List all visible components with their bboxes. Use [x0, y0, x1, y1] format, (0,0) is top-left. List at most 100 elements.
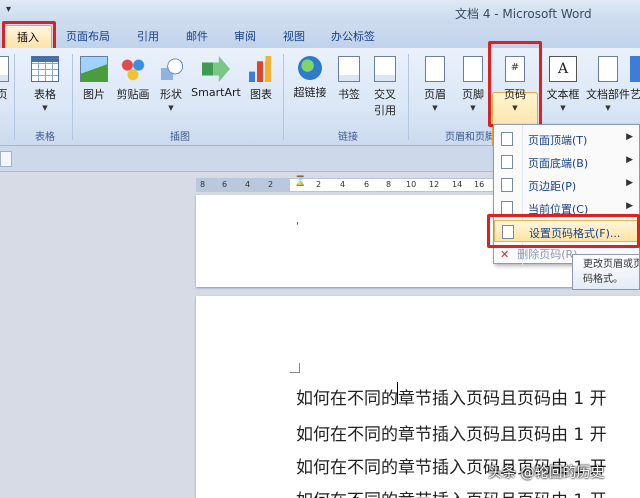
quick-parts-label: 文档部件	[586, 88, 630, 101]
chevron-down-icon: ▼	[470, 104, 476, 112]
smartart-button[interactable]: SmartArt	[190, 56, 242, 99]
footer-button[interactable]: 页脚 ▼	[456, 56, 490, 112]
delete-icon: ✕	[500, 248, 510, 261]
ruler-tick: 10	[406, 180, 417, 189]
footer-label: 页脚	[462, 88, 484, 101]
globe-link-icon	[298, 56, 322, 80]
ruler-tick: 4	[245, 180, 251, 189]
menu-item-label: 删除页码(R)	[517, 248, 578, 261]
ruler-tick: 8	[200, 180, 206, 189]
document-line: 如何在不同的章节插入页码且页码由 1 开	[296, 425, 607, 445]
page-edge-label: 页	[0, 88, 8, 101]
chevron-down-icon: ▼	[512, 104, 518, 112]
format-page-number-icon	[502, 225, 514, 239]
tooltip-line: 更改页眉或页	[583, 259, 640, 270]
wordart-button[interactable]: 艺	[630, 56, 640, 102]
ruler-tick: 6	[222, 180, 228, 189]
group-separator	[14, 54, 15, 140]
header-button[interactable]: 页眉 ▼	[418, 56, 452, 112]
chevron-down-icon: ▼	[42, 104, 48, 112]
ruler-tick: 2	[268, 180, 274, 189]
clipart-icon	[119, 56, 147, 82]
quick-parts-icon	[598, 56, 618, 82]
textbox-label: 文本框	[546, 88, 580, 101]
tab-insert[interactable]: 插入	[4, 25, 52, 48]
textbox-icon: A	[549, 56, 577, 82]
menu-item-label: 页边距(P)	[528, 180, 577, 193]
tab-page-layout[interactable]: 页面布局	[66, 28, 110, 44]
header-icon	[425, 56, 445, 82]
bookmark-button[interactable]: 书签	[334, 56, 364, 102]
menu-item-top-of-page[interactable]: 页面顶端(T) ▶	[494, 128, 640, 150]
title-bar: ▾ 文档 4 - Microsoft Word	[0, 0, 640, 24]
submenu-arrow-icon: ▶	[626, 132, 633, 142]
smartart-icon	[202, 56, 230, 82]
tab-mailings[interactable]: 邮件	[186, 28, 208, 44]
tab-view[interactable]: 视图	[283, 28, 305, 44]
smartart-label: SmartArt	[191, 86, 241, 99]
page-number-label: 页码	[504, 88, 526, 101]
shapes-label: 形状	[160, 88, 182, 101]
menu-item-page-margins[interactable]: 页边距(P) ▶	[494, 174, 640, 196]
page-edge-icon	[0, 56, 9, 82]
submenu-arrow-icon: ▶	[626, 155, 633, 165]
menu-item-current-position[interactable]: 当前位置(C) ▶	[494, 197, 640, 219]
submenu-arrow-icon: ▶	[626, 201, 633, 211]
tooltip: 更改页眉或页 码格式。	[572, 254, 640, 290]
menu-item-label: 页面底端(B)	[528, 157, 589, 170]
ruler-tick: 4	[340, 180, 346, 189]
group-label-tables: 表格	[35, 132, 55, 143]
quick-parts-button[interactable]: 文档部件 ▼	[584, 56, 632, 112]
page-top-icon	[501, 132, 513, 146]
quick-access-dropdown[interactable]: ▾	[6, 4, 11, 15]
clipart-label: 剪贴画	[116, 88, 150, 101]
ruler-tick: 14	[452, 180, 463, 189]
bookmark-icon	[338, 56, 360, 82]
hyperlink-label: 超链接	[293, 86, 327, 99]
group-label-links: 链接	[338, 132, 358, 143]
shapes-button[interactable]: 形状 ▼	[156, 56, 186, 112]
menu-item-bottom-of-page[interactable]: 页面底端(B) ▶	[494, 151, 640, 173]
group-separator	[283, 54, 284, 140]
wordart-icon	[630, 56, 640, 82]
header-label: 页眉	[424, 88, 446, 101]
cross-reference-icon	[374, 56, 396, 82]
ruler-tick: 6	[364, 180, 370, 189]
chevron-down-icon: ▼	[168, 104, 174, 112]
window-title: 文档 4 - Microsoft Word	[455, 7, 592, 21]
current-position-icon	[501, 201, 513, 215]
shapes-icon	[157, 56, 185, 82]
table-button[interactable]: 表格 ▼	[28, 56, 62, 112]
page-edge-button[interactable]: 页	[0, 56, 10, 102]
ruler-tick: 12	[429, 180, 440, 189]
ruler-tick: 16	[474, 180, 485, 189]
hyperlink-button[interactable]: 超链接	[290, 56, 330, 100]
ribbon-tabs: 插入 页面布局 引用 邮件 审阅 视图 办公标签	[0, 24, 640, 48]
menu-item-remove-page-numbers[interactable]: ✕ 删除页码(R)	[500, 246, 577, 262]
clipart-button[interactable]: 剪贴画	[114, 56, 152, 102]
page-number-button[interactable]: # 页码 ▼	[494, 56, 536, 112]
menu-item-label: 当前位置(C)	[528, 203, 589, 216]
cross-reference-button[interactable]: 交叉 引用	[370, 56, 400, 118]
group-separator	[72, 54, 73, 140]
page-number-menu: 页面顶端(T) ▶ 页面底端(B) ▶ 页边距(P) ▶ 当前位置(C) ▶ 设…	[493, 124, 640, 265]
menu-item-format-page-numbers[interactable]: 设置页码格式(F)...	[494, 220, 640, 242]
ruler-tick: 2	[316, 180, 322, 189]
picture-button[interactable]: 图片	[78, 56, 110, 102]
tab-office-tab[interactable]: 办公标签	[331, 28, 375, 44]
tab-strip-button[interactable]	[0, 151, 12, 167]
menu-item-label: 页面顶端(T)	[528, 134, 588, 147]
textbox-button[interactable]: A 文本框 ▼	[544, 56, 582, 112]
page-number-icon: #	[505, 56, 525, 82]
page-bottom-icon	[501, 155, 513, 169]
cross-reference-label-1: 交叉	[374, 88, 396, 101]
indent-marker-icon[interactable]: ⌛	[294, 176, 306, 187]
tab-review[interactable]: 审阅	[234, 28, 256, 44]
wordart-label: 艺	[630, 88, 640, 101]
ruler-margin	[196, 178, 290, 192]
picture-icon	[80, 56, 108, 82]
chart-button[interactable]: 图表	[246, 56, 276, 102]
tab-references[interactable]: 引用	[137, 28, 159, 44]
group-separator	[408, 54, 409, 140]
document-line: 如何在不同的章节插入页码且页码由 1 开	[296, 486, 607, 498]
